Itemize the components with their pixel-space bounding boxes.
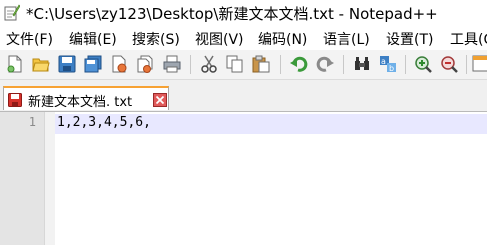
zoom-in-icon[interactable] — [414, 55, 432, 73]
copy-icon[interactable] — [226, 55, 244, 73]
menu-tools[interactable]: 工具(O — [450, 29, 487, 49]
line-number-gutter: 1 — [0, 112, 45, 245]
find-icon[interactable] — [353, 55, 371, 73]
line-text[interactable]: 1,2,3,4,5,6, — [57, 115, 151, 130]
tab-document[interactable]: 新建文本文档. txt — [3, 86, 169, 110]
toolbar-separator — [405, 55, 406, 74]
paste-icon[interactable] — [252, 55, 270, 73]
print-icon[interactable] — [163, 55, 181, 73]
close-all-icon[interactable] — [136, 55, 154, 73]
title-bar: *C:\Users\zy123\Desktop\新建文本文档.txt - Not… — [0, 0, 487, 26]
close-tab-icon[interactable] — [153, 92, 167, 107]
redo-icon[interactable] — [316, 55, 334, 73]
zoom-out-icon[interactable] — [440, 55, 458, 73]
tab-bar: 新建文本文档. txt — [0, 80, 487, 112]
toolbar-separator — [190, 55, 191, 74]
fold-margin — [45, 112, 55, 245]
sync-scroll-icon[interactable] — [472, 55, 487, 73]
toolbar-separator — [280, 55, 281, 74]
menu-search[interactable]: 搜索(S) — [132, 29, 180, 49]
menu-view[interactable]: 视图(V) — [195, 29, 244, 49]
line-number: 1 — [28, 115, 36, 129]
window-title: *C:\Users\zy123\Desktop\新建文本文档.txt - Not… — [26, 5, 438, 23]
toolbar-separator — [466, 55, 467, 74]
undo-icon[interactable] — [290, 55, 308, 73]
tab-label: 新建文本文档. txt — [28, 95, 133, 110]
menu-bar: 文件(F) 编辑(E) 搜索(S) 视图(V) 编码(N) 语言(L) 设置(T… — [0, 26, 487, 50]
svg-text:a: a — [381, 57, 386, 66]
save-icon[interactable] — [58, 55, 76, 73]
new-file-icon[interactable] — [6, 55, 24, 73]
unsaved-file-icon — [8, 92, 22, 107]
notepad-plus-plus-icon — [4, 4, 21, 21]
cut-icon[interactable] — [200, 55, 218, 73]
editor-area[interactable]: 1 1,2,3,4,5,6, — [0, 112, 487, 245]
save-all-icon[interactable] — [84, 55, 102, 73]
menu-language[interactable]: 语言(L) — [323, 29, 370, 49]
menu-file[interactable]: 文件(F) — [6, 29, 53, 49]
replace-icon[interactable]: ab — [379, 55, 397, 73]
menu-edit[interactable]: 编辑(E) — [69, 29, 117, 49]
close-icon[interactable] — [110, 55, 128, 73]
svg-text:b: b — [389, 64, 394, 73]
toolbar-separator — [343, 55, 344, 74]
toolbar: ab — [0, 50, 487, 80]
menu-settings[interactable]: 设置(T) — [386, 29, 433, 49]
menu-encoding[interactable]: 编码(N) — [258, 29, 307, 49]
open-file-icon[interactable] — [32, 55, 50, 73]
